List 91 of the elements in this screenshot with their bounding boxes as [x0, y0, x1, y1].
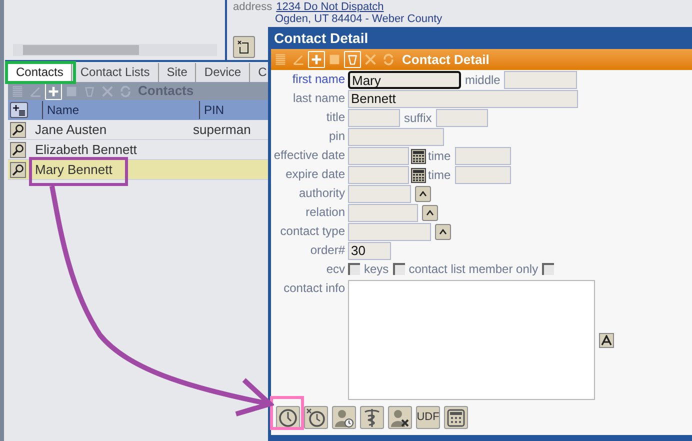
- search-icon: [12, 124, 24, 136]
- text-field[interactable]: [348, 109, 400, 127]
- add-column-button[interactable]: [10, 102, 28, 118]
- person-remove-icon: [390, 408, 410, 428]
- calendar-icon[interactable]: [411, 168, 426, 182]
- add-icon[interactable]: [308, 51, 325, 68]
- text-field[interactable]: Mary: [348, 71, 461, 89]
- lookup-button[interactable]: [422, 205, 438, 221]
- column-header[interactable]: Name: [42, 101, 199, 119]
- table-row[interactable]: Mary Bennett: [8, 160, 270, 180]
- lookup-button[interactable]: [435, 224, 451, 240]
- checkbox[interactable]: [348, 263, 360, 275]
- calendar-icon[interactable]: [411, 148, 426, 164]
- search-icon: [12, 164, 24, 176]
- clock-icon: [306, 408, 326, 428]
- table-cell: Elizabeth Bennett: [35, 142, 137, 157]
- calculator-icon: [446, 408, 466, 428]
- field-label: middle: [465, 72, 500, 88]
- udf-button[interactable]: UDF: [416, 406, 440, 429]
- map-icon: [237, 40, 251, 54]
- add-list-icon: [13, 104, 25, 116]
- field-label: contact info: [282, 280, 345, 296]
- field-label: time: [428, 148, 451, 164]
- field-label: authority: [298, 185, 345, 201]
- view-button[interactable]: [10, 142, 26, 158]
- text-field[interactable]: [348, 147, 409, 165]
- lookup-button[interactable]: [415, 186, 431, 202]
- search-icon: [12, 144, 24, 156]
- tab[interactable]: Device: [196, 63, 250, 82]
- table-cell-text: superman: [193, 120, 251, 139]
- table-cell: Jane Austen: [35, 122, 107, 137]
- address-label: address: [233, 1, 272, 13]
- view-button[interactable]: [10, 162, 26, 178]
- text-field[interactable]: 30: [348, 242, 391, 260]
- field-label: first name: [291, 71, 345, 87]
- text-field[interactable]: [348, 204, 418, 222]
- field-label: order#: [309, 242, 345, 258]
- tab[interactable]: Contacts: [8, 63, 72, 82]
- caret-up-icon: [439, 229, 447, 235]
- field-label: keys: [364, 261, 389, 277]
- text-field[interactable]: Bennett: [348, 90, 578, 108]
- text-field[interactable]: [504, 71, 578, 89]
- table-cell: Mary Bennett: [35, 162, 112, 177]
- window-title: Contact Detail: [273, 29, 370, 48]
- text-field[interactable]: [348, 185, 411, 203]
- highlight-box: [5, 61, 76, 84]
- view-button[interactable]: [10, 122, 26, 138]
- field-label: time: [428, 167, 451, 183]
- tab[interactable]: Contact Lists: [72, 63, 159, 82]
- text-field[interactable]: [454, 166, 511, 184]
- text-field[interactable]: [436, 109, 488, 127]
- field-label: contact list member only: [408, 261, 538, 277]
- caret-up-icon: [419, 191, 427, 197]
- person-clock-icon: [334, 408, 354, 428]
- map-button[interactable]: [233, 36, 255, 58]
- caret-up-icon: [426, 210, 434, 216]
- action-button[interactable]: [360, 406, 384, 429]
- action-button[interactable]: [276, 406, 300, 429]
- action-button[interactable]: [388, 406, 412, 429]
- clock-icon: [278, 408, 298, 428]
- address-text: Ogden, UT 84404 - Weber County: [275, 13, 444, 25]
- contact-info-field[interactable]: [348, 280, 595, 400]
- field-label: contact type: [279, 223, 345, 239]
- action-button[interactable]: [332, 406, 356, 429]
- table-row[interactable]: Jane Austen superman: [8, 120, 270, 140]
- field-label: last name: [292, 90, 345, 106]
- table-row[interactable]: Elizabeth Bennett: [8, 140, 270, 160]
- checkbox[interactable]: [392, 263, 405, 275]
- text-field[interactable]: [348, 166, 409, 184]
- text-field[interactable]: [348, 223, 431, 241]
- field-label: effective date: [272, 147, 345, 163]
- font-button[interactable]: [599, 332, 614, 348]
- font-icon: [601, 334, 612, 346]
- field-label: title: [325, 109, 345, 125]
- action-button[interactable]: [444, 406, 468, 429]
- field-label: expire date: [284, 166, 345, 182]
- checkbox[interactable]: [542, 263, 554, 275]
- field-label: relation: [304, 204, 345, 220]
- horizontal-scrollbar[interactable]: [13, 44, 217, 56]
- delete-icon[interactable]: [344, 51, 361, 68]
- toolbar-title: Contact Detail: [402, 50, 490, 69]
- field-label: pin: [328, 128, 345, 144]
- tab[interactable]: Site: [158, 63, 196, 82]
- caduceus-icon: [362, 408, 382, 428]
- highlight-box: [270, 396, 304, 430]
- text-field[interactable]: [348, 128, 444, 146]
- address-link[interactable]: 1234 Do Not Dispatch: [276, 1, 384, 13]
- field-label: ecv: [325, 261, 345, 277]
- field-label: suffix: [404, 110, 432, 126]
- text-field[interactable]: [454, 147, 511, 165]
- action-button[interactable]: [304, 406, 328, 429]
